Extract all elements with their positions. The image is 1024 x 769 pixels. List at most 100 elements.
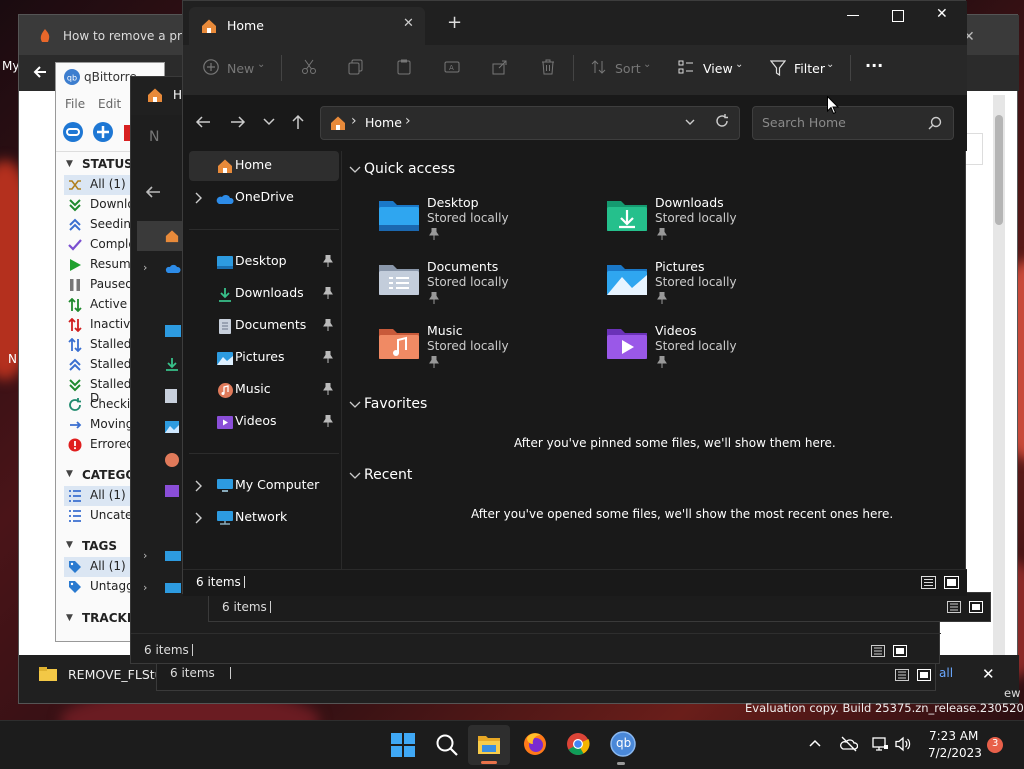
recent-locations-chevron-icon[interactable] bbox=[263, 118, 275, 126]
sidebar-item-my-computer[interactable]: My Computer bbox=[189, 471, 339, 501]
clock-date[interactable]: 7/2/2023 bbox=[928, 746, 982, 760]
pin-icon[interactable] bbox=[323, 351, 333, 363]
view-button[interactable]: View bbox=[703, 61, 733, 76]
quick-access-music[interactable]: Music Stored locally bbox=[377, 323, 577, 379]
rename-icon[interactable]: A bbox=[444, 59, 460, 75]
new-tab-icon[interactable]: + bbox=[447, 14, 462, 32]
browser-scrollbar[interactable] bbox=[993, 95, 1005, 655]
clock-time[interactable]: 7:23 AM bbox=[929, 729, 978, 743]
details-view-icon[interactable] bbox=[947, 601, 961, 613]
details-view-icon[interactable] bbox=[871, 645, 885, 657]
sidebar-item-downloads[interactable]: Downloads bbox=[189, 279, 339, 309]
sidebar-item-music[interactable]: Music bbox=[189, 375, 339, 405]
onedrive-sync-off-icon[interactable] bbox=[840, 736, 858, 752]
windows-start-icon[interactable] bbox=[391, 733, 415, 757]
browser-back-icon[interactable] bbox=[31, 63, 49, 81]
qb-menu-file[interactable]: File bbox=[65, 97, 85, 111]
sidebar-item-onedrive[interactable]: OneDrive bbox=[189, 183, 339, 213]
pin-icon[interactable] bbox=[323, 255, 333, 267]
quick-access-pictures[interactable]: Pictures Stored locally bbox=[605, 259, 805, 315]
search-icon[interactable] bbox=[928, 116, 942, 130]
sidebar-item-videos[interactable]: Videos bbox=[189, 407, 339, 437]
breadcrumb-separator[interactable]: › bbox=[405, 113, 411, 129]
sidebar-item-desktop[interactable]: Desktop bbox=[189, 247, 339, 277]
sort-button[interactable]: Sort bbox=[615, 61, 641, 76]
tab-close-icon[interactable]: ✕ bbox=[403, 16, 414, 31]
expand-chevron-icon[interactable]: › bbox=[143, 261, 147, 274]
filter-button[interactable]: Filter bbox=[794, 61, 825, 76]
copy-icon[interactable] bbox=[348, 59, 364, 75]
pin-icon[interactable] bbox=[323, 319, 333, 331]
tiles-view-icon[interactable] bbox=[917, 669, 931, 681]
search-icon[interactable] bbox=[435, 733, 459, 757]
new-button[interactable]: New bbox=[227, 61, 254, 76]
add-torrent-icon[interactable] bbox=[92, 121, 114, 143]
back-arrow-icon[interactable] bbox=[145, 185, 161, 199]
cut-icon[interactable] bbox=[301, 59, 317, 75]
sidebar-item-network[interactable]: Network bbox=[189, 503, 339, 533]
delete-icon[interactable] bbox=[540, 59, 556, 75]
tab-home[interactable]: Home ✕ bbox=[189, 7, 425, 45]
breadcrumb-home[interactable]: Home bbox=[365, 115, 402, 130]
maximize-icon[interactable] bbox=[892, 10, 904, 22]
qbittorrent-taskbar-icon[interactable]: qb bbox=[609, 730, 637, 758]
expand-chevron-icon[interactable]: › bbox=[143, 581, 147, 594]
up-arrow-icon[interactable] bbox=[291, 114, 305, 130]
quick-access-header[interactable]: Quick access bbox=[364, 161, 455, 177]
expand-chevron-icon[interactable] bbox=[195, 192, 203, 204]
recent-header[interactable]: Recent bbox=[364, 467, 412, 483]
volume-icon[interactable] bbox=[895, 736, 911, 752]
details-view-icon[interactable] bbox=[895, 669, 909, 681]
download-bar-close-icon[interactable]: ✕ bbox=[982, 665, 995, 683]
sidebar-item-documents[interactable]: Documents bbox=[189, 311, 339, 341]
quick-access-videos[interactable]: Videos Stored locally bbox=[605, 323, 805, 379]
collapse-caret-icon[interactable]: ▼ bbox=[66, 540, 73, 550]
back-arrow-icon[interactable] bbox=[195, 115, 211, 129]
collapse-caret-icon[interactable]: ▼ bbox=[66, 469, 73, 479]
close-window-icon[interactable]: ✕ bbox=[936, 6, 948, 22]
favorites-header[interactable]: Favorites bbox=[364, 396, 427, 412]
tiles-view-icon[interactable] bbox=[893, 645, 907, 657]
section-collapse-icon[interactable] bbox=[349, 401, 361, 409]
pin-icon[interactable] bbox=[323, 383, 333, 395]
expand-chevron-icon[interactable] bbox=[195, 512, 203, 524]
details-view-icon[interactable] bbox=[921, 576, 936, 589]
browser-tab-title[interactable]: How to remove a prod bbox=[63, 29, 197, 43]
link-icon[interactable] bbox=[62, 121, 84, 143]
qb-menu-edit[interactable]: Edit bbox=[98, 97, 121, 111]
tiles-view-icon[interactable] bbox=[944, 576, 959, 589]
paste-icon[interactable] bbox=[396, 59, 412, 75]
sidebar-item-home[interactable]: Home bbox=[189, 151, 339, 181]
firefox-icon[interactable] bbox=[523, 732, 547, 756]
section-collapse-icon[interactable] bbox=[349, 472, 361, 480]
taskbar-file-explorer-button[interactable] bbox=[468, 725, 510, 765]
file-explorer-icon bbox=[477, 733, 501, 755]
breadcrumb-separator[interactable]: › bbox=[351, 113, 357, 129]
notification-badge[interactable]: 3 bbox=[987, 737, 1003, 753]
address-history-chevron-icon[interactable] bbox=[685, 119, 695, 126]
collapse-caret-icon[interactable]: ▼ bbox=[66, 613, 73, 623]
share-icon[interactable] bbox=[492, 59, 508, 75]
address-bar[interactable]: › Home › bbox=[320, 106, 740, 140]
chrome-icon[interactable] bbox=[566, 732, 590, 756]
chevron-down-icon: ⌄ bbox=[643, 59, 652, 70]
quick-access-desktop[interactable]: Desktop Stored locally bbox=[377, 195, 577, 251]
refresh-icon[interactable] bbox=[715, 114, 729, 128]
expand-chevron-icon[interactable] bbox=[195, 480, 203, 492]
tiles-view-icon[interactable] bbox=[969, 601, 983, 613]
sidebar-item-pictures[interactable]: Pictures bbox=[189, 343, 339, 373]
network-status-icon[interactable] bbox=[872, 736, 888, 752]
expand-chevron-icon[interactable]: › bbox=[143, 549, 147, 562]
section-collapse-icon[interactable] bbox=[349, 166, 361, 174]
minimize-icon[interactable] bbox=[847, 15, 859, 16]
show-hidden-icons-chevron-icon[interactable] bbox=[809, 739, 821, 747]
forward-arrow-icon[interactable] bbox=[230, 115, 246, 129]
search-input[interactable]: Search Home bbox=[752, 106, 954, 140]
more-options-button[interactable]: ··· bbox=[865, 56, 883, 75]
collapse-caret-icon[interactable]: ▼ bbox=[66, 159, 73, 169]
download-bar-link[interactable]: all bbox=[939, 666, 953, 680]
quick-access-documents[interactable]: Documents Stored locally bbox=[377, 259, 577, 315]
pin-icon[interactable] bbox=[323, 287, 333, 299]
quick-access-downloads[interactable]: Downloads Stored locally bbox=[605, 195, 805, 251]
pin-icon[interactable] bbox=[323, 415, 333, 427]
